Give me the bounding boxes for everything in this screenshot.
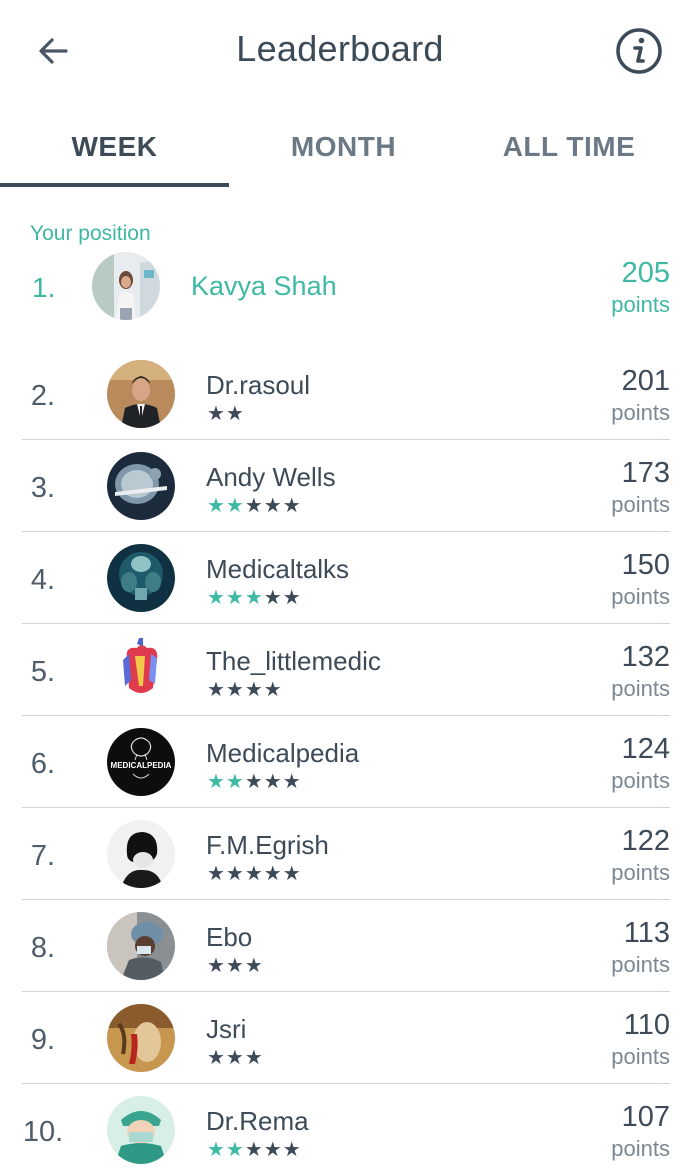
rating-stars: ★★★★★ (207, 863, 302, 885)
user-points: 107 points (611, 1100, 670, 1164)
leaderboard-row[interactable]: 4. Medicaltalks ★★★★★ 150 points (0, 532, 680, 624)
points-value: 107 (621, 1101, 670, 1133)
rating-stars: ★★★★ (207, 679, 283, 701)
points-value: 122 (621, 825, 670, 857)
leaderboard-row[interactable]: 7. F.M.Egrish ★★★★★ 122 points (0, 808, 680, 900)
my-rank: 1. (32, 272, 56, 303)
user-points: 201 points (611, 364, 670, 428)
rank-number: 6. (30, 748, 56, 780)
leaderboard-row[interactable]: 3. Andy Wells ★★★★★ 173 points (0, 440, 680, 532)
user-points: 122 points (611, 824, 670, 888)
tab-all-time[interactable]: ALL TIME (458, 108, 680, 186)
leaderboard-row[interactable]: 6. MEDICALPEDIA Medicalpedia ★★★★★ 124 p… (0, 716, 680, 808)
rank-number: 10. (22, 1116, 64, 1148)
user-points: 124 points (611, 732, 670, 796)
avatar (107, 1004, 175, 1072)
user-name: Dr.rasoul (206, 370, 311, 400)
points-label: points (611, 952, 670, 977)
rating-stars: ★★★★★ (207, 1139, 302, 1161)
my-avatar[interactable] (92, 252, 160, 320)
avatar (107, 452, 175, 520)
avatar (107, 820, 175, 888)
points-label: points (611, 492, 670, 517)
rank-number: 9. (30, 1024, 56, 1056)
user-points: 132 points (611, 640, 670, 704)
points-value: 113 (623, 917, 670, 949)
user-points: 110 points (611, 1008, 670, 1072)
avatar (107, 360, 175, 428)
rank-number: 8. (30, 932, 56, 964)
leaderboard-row[interactable]: 10. Dr.Rema ★★★★★ 107 points (0, 1084, 680, 1170)
avatar (107, 912, 175, 980)
my-points-label: points (611, 292, 670, 317)
user-points: 150 points (611, 548, 670, 612)
points-label: points (611, 1044, 670, 1069)
avatar (107, 544, 175, 612)
page-title: Leaderboard (236, 28, 444, 69)
rank-number: 5. (30, 656, 56, 688)
points-label: points (611, 768, 670, 793)
active-tab-indicator (0, 183, 229, 187)
points-value: 150 (621, 549, 670, 581)
rating-stars: ★★★ (207, 1047, 264, 1069)
rank-number: 4. (30, 564, 56, 596)
leaderboard-row[interactable]: 2. Dr.rasoul ★★ 201 points (0, 348, 680, 440)
avatar (107, 636, 175, 704)
user-name: Andy Wells (206, 462, 336, 492)
user-name: Dr.Rema (206, 1106, 309, 1136)
rating-stars: ★★★★★ (207, 587, 302, 609)
user-name: Ebo (206, 922, 253, 952)
avatar-logo-text: MEDICALPEDIA (111, 761, 172, 770)
rank-number: 7. (30, 840, 56, 872)
points-value: 110 (623, 1009, 670, 1041)
points-value: 132 (621, 641, 670, 673)
rank-number: 2. (30, 380, 56, 412)
my-points: 205 points (611, 256, 670, 320)
user-name: Medicaltalks (206, 554, 350, 584)
info-icon (616, 28, 662, 74)
info-button[interactable] (614, 26, 664, 76)
points-value: 124 (621, 733, 670, 765)
leaderboard-row[interactable]: 5. The_littlemedic ★★★★ 132 points (0, 624, 680, 716)
tab-week[interactable]: WEEK (0, 108, 229, 186)
points-label: points (611, 584, 670, 609)
rank-number: 3. (30, 472, 56, 504)
rating-stars: ★★★★★ (207, 771, 302, 793)
rating-stars: ★★★★★ (207, 495, 302, 517)
app-header: Leaderboard (0, 0, 680, 100)
your-position-label: Your position (30, 222, 151, 245)
tab-month[interactable]: MONTH (229, 108, 458, 186)
rating-stars: ★★ (207, 403, 245, 425)
points-label: points (611, 860, 670, 885)
rating-stars: ★★★ (207, 955, 264, 977)
avatar (107, 1096, 175, 1164)
user-points: 173 points (611, 456, 670, 520)
points-label: points (611, 1136, 670, 1161)
user-name: The_littlemedic (206, 646, 381, 676)
user-name: Medicalpedia (206, 738, 360, 768)
points-value: 173 (621, 457, 670, 489)
leaderboard-row[interactable]: 8. Ebo ★★★ 113 points (0, 900, 680, 992)
period-tabs: WEEK MONTH ALL TIME (0, 108, 680, 188)
user-points: 113 points (611, 916, 670, 980)
points-label: points (611, 676, 670, 701)
my-points-value: 205 (621, 257, 670, 289)
user-name: F.M.Egrish (206, 830, 329, 860)
my-name: Kavya Shah (191, 271, 337, 301)
points-label: points (611, 400, 670, 425)
points-value: 201 (621, 365, 670, 397)
leaderboard-row[interactable]: 9. Jsri ★★★ 110 points (0, 992, 680, 1084)
user-name: Jsri (206, 1014, 247, 1044)
avatar: MEDICALPEDIA (107, 728, 175, 796)
